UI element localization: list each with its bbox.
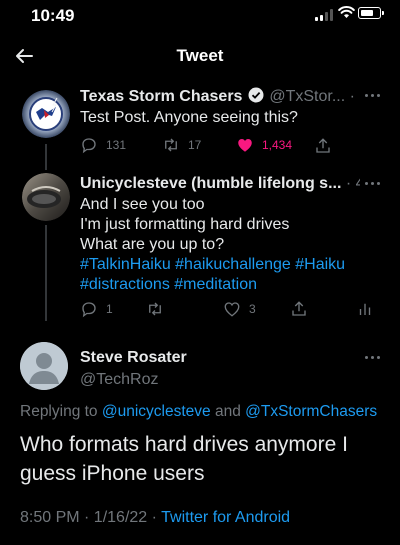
- like-action[interactable]: 1,434: [236, 136, 292, 154]
- avatar-unicyclesteve[interactable]: [22, 173, 70, 221]
- reply-count: 1: [106, 302, 113, 316]
- reply-icon: [82, 302, 96, 318]
- tweet-source-link[interactable]: Twitter for Android: [161, 509, 290, 526]
- tweet-body: And I see you too I'm just formatting ha…: [80, 195, 390, 295]
- main-tweet-text: Who formats hard drives anymore I guess …: [20, 433, 348, 485]
- retweet-icon: [165, 138, 177, 152]
- nav-header: Tweet: [0, 40, 400, 72]
- heart-filled-icon: [238, 139, 252, 152]
- hashtag-links[interactable]: #distractions #meditation: [80, 275, 390, 295]
- like-count: 1,434: [262, 138, 293, 152]
- battery-icon: [358, 7, 384, 19]
- thread-connector: [45, 144, 47, 170]
- author-name[interactable]: Texas Storm Chasers: [80, 88, 242, 105]
- more-options-icon[interactable]: [365, 356, 381, 360]
- verified-badge-icon: [248, 87, 264, 103]
- tweet-line: I'm just formatting hard drives: [80, 216, 290, 233]
- more-options-icon[interactable]: [365, 182, 381, 186]
- reply-count: 131: [106, 138, 127, 152]
- like-count: 3: [249, 302, 256, 316]
- tweet-timestamp: 8:50 PM · 1/16/22 ·: [20, 509, 157, 526]
- analytics-icon[interactable]: [356, 300, 374, 318]
- retweet-action[interactable]: 17: [162, 136, 201, 154]
- wifi-icon: [338, 6, 355, 18]
- retweet-count: 17: [188, 138, 202, 152]
- retweet-icon[interactable]: [146, 300, 164, 318]
- replying-and: and: [214, 403, 241, 420]
- hashtag-links[interactable]: #TalkinHaiku #haikuchallenge #Haiku: [80, 255, 390, 275]
- page-title: Tweet: [176, 46, 224, 65]
- status-bar: 10:49: [0, 0, 400, 34]
- reply-action[interactable]: 131: [80, 136, 126, 154]
- thread-connector: [45, 225, 47, 321]
- tweet-metadata: 8:50 PM · 1/16/22 · Twitter for Android: [20, 509, 290, 527]
- tweet-text: Test Post. Anyone seeing this?: [80, 109, 298, 126]
- author-name[interactable]: Unicyclesteve (humble lifelong s...: [80, 175, 341, 192]
- tweet-line: What are you up to?: [80, 236, 225, 253]
- cellular-signal-icon: [315, 9, 333, 21]
- more-options-icon[interactable]: [365, 94, 381, 98]
- share-icon[interactable]: [314, 137, 332, 155]
- like-action[interactable]: 3: [223, 300, 256, 318]
- mention-link[interactable]: @TxStormChasers: [245, 403, 377, 420]
- tweet-body: Test Post. Anyone seeing this?: [80, 108, 390, 128]
- reply-icon: [82, 138, 96, 154]
- tweet-header: Unicyclesteve (humble lifelong s... · 4h: [80, 175, 360, 193]
- tweet-line: And I see you too: [80, 196, 205, 213]
- tweet-header: Texas Storm Chasers @TxStor... · 5h: [80, 87, 360, 106]
- avatar-steve-rosater[interactable]: [20, 342, 68, 390]
- author-name[interactable]: Steve Rosater: [80, 349, 187, 367]
- replying-prefix: Replying to: [20, 403, 98, 420]
- author-handle[interactable]: @TxStor...: [269, 88, 345, 105]
- mention-link[interactable]: @unicyclesteve: [102, 403, 211, 420]
- reply-action[interactable]: 1: [80, 300, 113, 318]
- tweet-time: 4h: [356, 175, 360, 192]
- heart-outline-icon: [224, 302, 240, 317]
- share-icon[interactable]: [290, 300, 308, 318]
- replying-to: Replying to @unicyclesteve and @TxStormC…: [20, 403, 377, 421]
- avatar-texas-storm-chasers[interactable]: [22, 90, 70, 138]
- author-handle[interactable]: @TechRoz: [80, 371, 159, 389]
- status-time: 10:49: [31, 6, 75, 25]
- tweet-time: 5h: [359, 88, 360, 105]
